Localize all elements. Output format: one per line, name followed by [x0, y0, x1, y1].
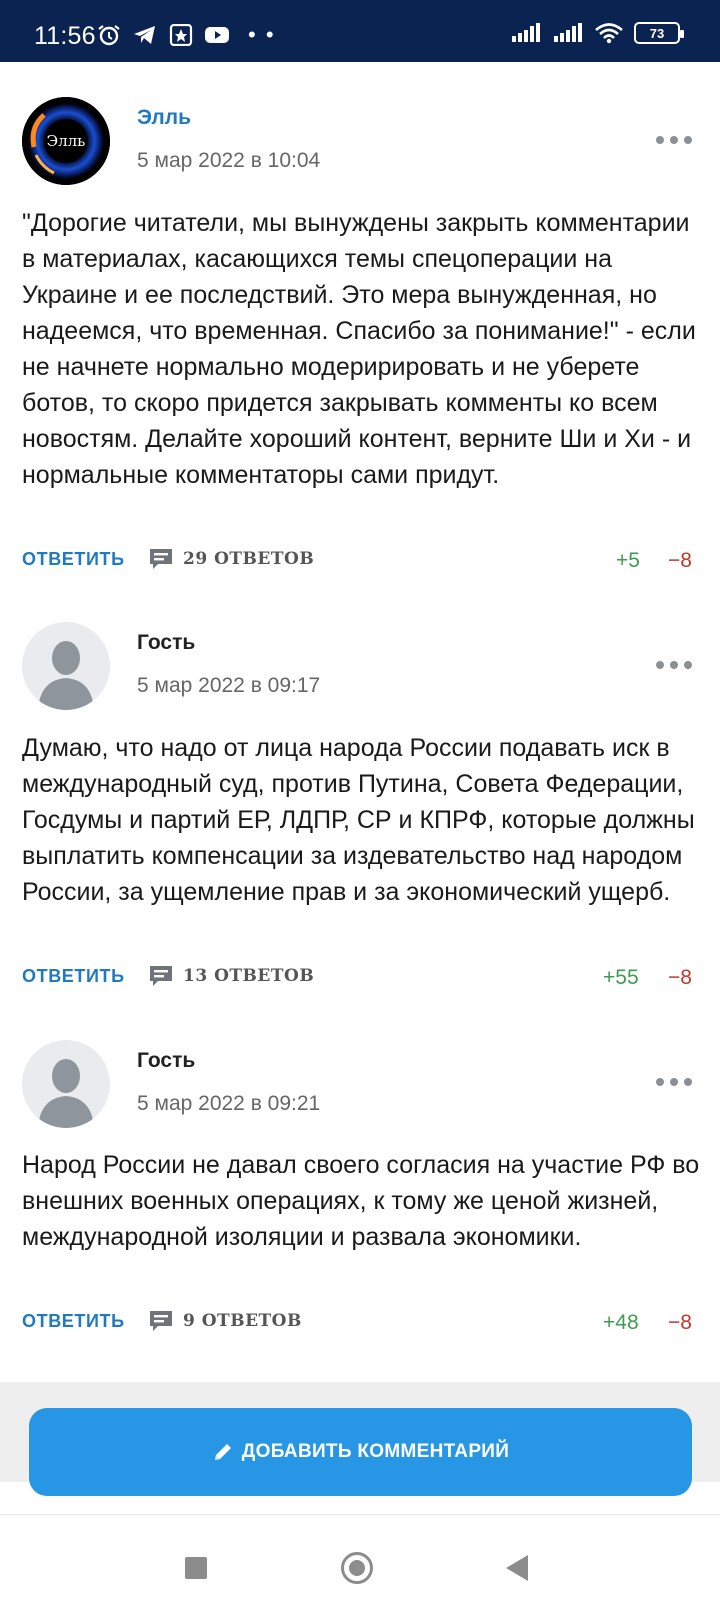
signal-icon: [554, 23, 582, 42]
reply-button[interactable]: ОТВЕТИТЬ: [22, 1311, 125, 1332]
answers-count: 13 ОТВЕТОВ: [183, 966, 315, 986]
avatar-text: Элль: [47, 132, 86, 150]
comment-date: 5 мар 2022 в 09:21: [137, 1092, 321, 1115]
status-time: 11:56: [34, 22, 96, 50]
comment-bubble-icon: [150, 966, 172, 986]
answers-count: 29 ОТВЕТОВ: [183, 549, 315, 569]
comment-author[interactable]: Гость: [137, 1049, 195, 1073]
app-icon: [169, 24, 193, 46]
more-dots-icon: • •: [248, 22, 276, 47]
comment-bubble-icon: [150, 1311, 172, 1331]
system-icons: 73: [510, 22, 684, 44]
comment-text: Думаю, что надо от лица народа России по…: [22, 734, 695, 906]
comment-date: 5 мар 2022 в 09:17: [137, 674, 321, 697]
telegram-icon: [134, 26, 155, 44]
comment-author[interactable]: Гость: [137, 631, 195, 655]
battery-icon: 73: [634, 22, 684, 44]
wifi-icon: [595, 23, 623, 44]
avatar-image: Элль: [22, 97, 110, 185]
comment-actions: ОТВЕТИТЬ 9 ОТВЕТОВ +48 −8: [22, 1307, 692, 1337]
battery-level: 73: [649, 25, 665, 41]
add-comment-label: ДОБАВИТЬ КОММЕНТАРИЙ: [241, 1441, 510, 1462]
vote-up-button[interactable]: +48: [603, 1311, 639, 1335]
answers-button[interactable]: 29 ОТВЕТОВ: [148, 547, 314, 571]
comment-actions: ОТВЕТИТЬ 13 ОТВЕТОВ +55 −8: [22, 962, 692, 992]
avatar[interactable]: [22, 1040, 110, 1128]
reply-button[interactable]: ОТВЕТИТЬ: [22, 549, 125, 570]
reply-button[interactable]: ОТВЕТИТЬ: [22, 966, 125, 987]
notification-icons: • •: [96, 24, 276, 46]
comment-date: 5 мар 2022 в 10:04: [137, 149, 321, 172]
user-placeholder-icon: [38, 1059, 94, 1128]
status-bar: 11:56 • • 73: [0, 0, 720, 62]
more-options-button[interactable]: [656, 1075, 692, 1089]
alarm-icon: [98, 25, 120, 46]
comment-actions: ОТВЕТИТЬ 29 ОТВЕТОВ +5 −8: [22, 545, 692, 575]
avatar[interactable]: Элль: [22, 97, 110, 185]
vote-up-button[interactable]: +5: [616, 549, 640, 573]
recent-apps-icon[interactable]: [185, 1557, 207, 1579]
signal-icon: [512, 23, 540, 42]
vote-down-button[interactable]: −8: [668, 549, 692, 573]
avatar[interactable]: [22, 622, 110, 710]
answers-button[interactable]: 9 ОТВЕТОВ: [148, 1309, 302, 1333]
vote-down-button[interactable]: −8: [668, 1311, 692, 1335]
more-options-button[interactable]: [656, 133, 692, 147]
comment-text: "Дорогие читатели, мы вынуждены закрыть …: [22, 209, 696, 489]
navigation-bar: [0, 1514, 720, 1600]
comment-author[interactable]: Элль: [137, 106, 191, 130]
answers-count: 9 ОТВЕТОВ: [183, 1311, 302, 1331]
home-icon[interactable]: [341, 1552, 373, 1584]
vote-down-button[interactable]: −8: [668, 966, 692, 990]
add-comment-button[interactable]: ДОБАВИТЬ КОММЕНТАРИЙ: [29, 1408, 692, 1496]
more-options-button[interactable]: [656, 658, 692, 672]
vote-up-button[interactable]: +55: [603, 966, 639, 990]
user-placeholder-icon: [38, 641, 94, 710]
back-icon[interactable]: [506, 1555, 528, 1581]
answers-button[interactable]: 13 ОТВЕТОВ: [148, 964, 314, 988]
pencil-icon: [214, 1444, 231, 1460]
comment-text: Народ России не давал своего согласия на…: [22, 1151, 700, 1251]
youtube-icon: [205, 27, 229, 43]
comment-bubble-icon: [150, 549, 172, 569]
